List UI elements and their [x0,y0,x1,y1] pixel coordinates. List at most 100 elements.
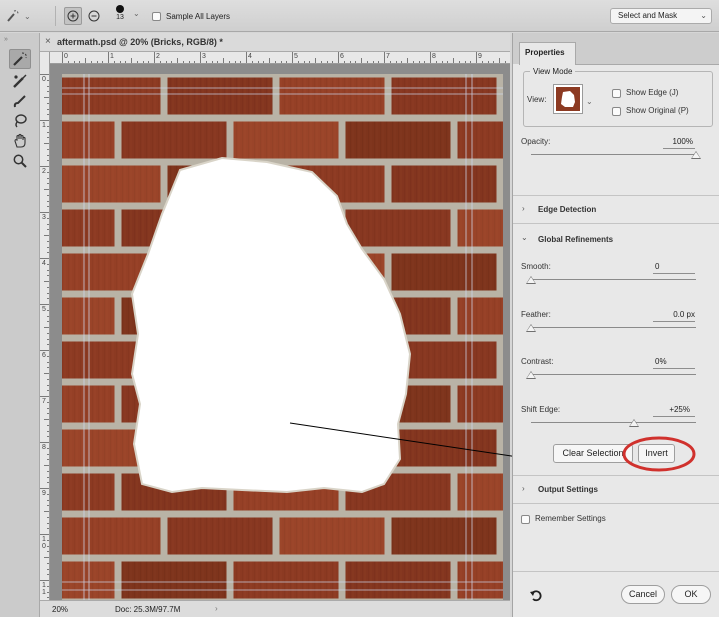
chevron-down-icon: ⌄ [700,11,707,20]
zoom-level[interactable]: 20% [52,605,68,614]
output-settings-header[interactable]: Output Settings [538,485,598,494]
divider [513,571,719,572]
ruler-label: 1 [42,122,46,129]
zoom-tool[interactable] [9,151,31,171]
ruler-tick [430,52,431,63]
opacity-value[interactable]: 100% [653,137,693,146]
global-refinements-header[interactable]: Global Refinements [538,235,613,244]
subtract-from-selection-button[interactable] [85,7,103,25]
contrast-value[interactable]: 0% [621,357,695,366]
cancel-button[interactable]: Cancel [621,585,665,604]
reset-button[interactable] [527,586,545,604]
document-title: aftermath.psd @ 20% (Bricks, RGB/8) * [57,37,223,47]
underline [653,273,695,274]
view-label: View: [527,95,547,104]
brush-tool[interactable] [9,91,31,111]
brush-size-picker[interactable]: 13 [112,5,128,29]
chevron-down-icon[interactable]: ⌄ [586,97,593,106]
ruler-tick [384,52,385,63]
ruler-tick [338,52,339,63]
brick-wall-image[interactable] [62,74,503,608]
smooth-label: Smooth: [521,262,551,271]
remember-settings-checkbox[interactable] [521,515,530,524]
divider [513,195,719,196]
lasso-tool[interactable] [9,111,31,131]
ruler-tick [62,52,63,63]
ruler-tick [40,212,49,213]
show-edge-checkbox[interactable] [612,89,621,98]
smooth-slider-track[interactable] [531,279,696,280]
ruler-label: 7 [386,53,390,60]
canvas-area[interactable] [50,64,510,608]
smooth-slider-thumb[interactable] [526,276,536,284]
zoom-icon [13,154,27,168]
ruler-label: 4 [42,260,46,267]
ruler-label: 1 [110,53,114,60]
cancel-label: Cancel [628,589,657,599]
ruler-tick [40,120,49,121]
shift-edge-value[interactable]: +25% [650,405,690,414]
chevron-down-icon[interactable]: ⌄ [133,9,140,18]
guides [62,74,503,608]
edge-detection-header[interactable]: Edge Detection [538,205,596,214]
tab-properties[interactable]: Properties [519,42,576,65]
ok-label: OK [684,589,698,599]
ruler-label: 0 [64,53,68,60]
close-icon[interactable]: × [45,36,51,47]
underline [653,321,695,322]
brush-size-value: 13 [116,14,124,21]
ruler-label: 6 [42,352,46,359]
opacity-slider-track[interactable] [531,154,696,155]
shift-edge-slider-track[interactable] [531,422,696,423]
brush-dot-icon [116,5,124,13]
status-bar: 20% Doc: 25.3M/97.7M › [40,600,510,617]
feather-label: Feather: [521,310,551,319]
divider [513,223,719,224]
ok-button[interactable]: OK [671,585,711,604]
show-original-checkbox[interactable] [612,107,621,116]
feather-slider-thumb[interactable] [526,324,536,332]
sample-all-layers-option[interactable]: Sample All Layers [152,7,230,25]
view-mode-thumbnail[interactable] [553,84,583,114]
divider [513,475,719,476]
lasso-icon [15,114,27,128]
ruler-tick [40,258,49,259]
ruler-label: 5 [42,306,46,313]
document-tab[interactable]: × aftermath.psd @ 20% (Bricks, RGB/8) * [40,33,510,52]
horizontal-ruler[interactable]: 0 1 2 3 4 5 6 7 8 9 [50,52,510,64]
feather-slider-track[interactable] [531,327,696,328]
sample-all-layers-checkbox[interactable] [152,11,161,21]
hand-tool[interactable] [9,131,31,151]
chevron-down-icon: ⌄ [24,11,31,21]
view-mode-group [523,71,713,127]
tool-preset-picker[interactable]: ⌄ [4,7,31,25]
chevron-right-icon[interactable]: › [522,204,525,213]
chevron-down-icon[interactable]: ⌄ [521,233,528,242]
quick-selection-tool[interactable] [9,49,31,69]
ruler-tick [246,52,247,63]
opacity-slider-thumb[interactable] [691,151,701,159]
shift-edge-slider-thumb[interactable] [629,419,640,427]
contrast-slider-track[interactable] [531,374,696,375]
add-to-selection-button[interactable] [64,7,82,25]
ruler-tick [292,52,293,63]
ruler-tick [40,166,49,167]
contrast-slider-thumb[interactable] [526,371,536,379]
feather-value[interactable]: 0.0 px [655,310,695,319]
view-mode-title: View Mode [530,67,576,76]
underline [653,368,695,369]
chevron-right-icon[interactable]: › [522,484,525,493]
refine-edge-brush-tool[interactable] [9,71,31,91]
smooth-value[interactable]: 0 [621,262,695,271]
status-menu-arrow-icon[interactable]: › [215,604,218,613]
quick-selection-icon [4,7,22,25]
clear-selection-label: Clear Selection [562,448,624,458]
add-circle-icon [67,10,79,22]
brush-icon [13,95,26,108]
ruler-label: 0 [42,76,46,83]
document-size: Doc: 25.3M/97.7M [115,605,181,614]
select-and-mask-dropdown[interactable]: Select and Mask ⌄ [610,8,712,24]
properties-panel: Properties View Mode View: ⌄ Show Edge (… [512,33,719,617]
vertical-ruler[interactable]: 0 1 2 3 4 5 6 7 8 9 1 0 1 1 [40,52,50,608]
collapse-icon[interactable]: » [4,36,8,43]
